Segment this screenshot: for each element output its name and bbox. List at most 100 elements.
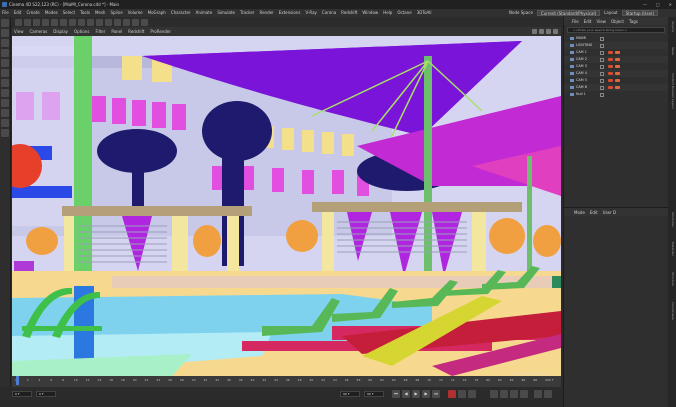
- menu-modes[interactable]: Modes: [45, 9, 58, 17]
- object-menu-view[interactable]: View: [596, 19, 606, 24]
- model-mode-icon[interactable]: [1, 19, 9, 27]
- move-tool-icon[interactable]: [33, 18, 40, 26]
- current-frame-field[interactable]: 0 F: [12, 391, 32, 397]
- go-to-start-icon[interactable]: ⏮: [392, 390, 400, 398]
- pen-icon[interactable]: [87, 18, 94, 26]
- viewport-menu-filter[interactable]: Filter: [95, 27, 105, 36]
- side-tab-structure[interactable]: Structure: [669, 272, 675, 286]
- visibility-toggle[interactable]: [600, 71, 604, 76]
- side-tab-takes[interactable]: Takes: [669, 47, 675, 55]
- undo-icon[interactable]: [15, 18, 22, 26]
- light-icon[interactable]: [141, 18, 148, 26]
- preview-end-frame-field[interactable]: 90 F: [364, 391, 384, 397]
- object-row[interactable]: CAM 2: [564, 56, 668, 63]
- object-row[interactable]: CAM 1: [564, 49, 668, 56]
- position-key-icon[interactable]: [490, 390, 498, 398]
- edges-mode-icon[interactable]: [1, 49, 9, 57]
- viewport-menu-redshift[interactable]: Redshift: [128, 27, 144, 36]
- object-row[interactable]: CAM 6: [564, 84, 668, 91]
- solo-icon[interactable]: [1, 109, 9, 117]
- viewport-menu-display[interactable]: Display: [53, 27, 68, 36]
- object-search-input[interactable]: <<Enter your search string here>>: [567, 27, 665, 33]
- visibility-toggle[interactable]: [600, 85, 604, 90]
- menu-corona[interactable]: Corona: [322, 9, 336, 17]
- visibility-toggle[interactable]: [600, 36, 604, 41]
- camera-tag-icon[interactable]: [608, 79, 613, 82]
- visibility-toggle[interactable]: [600, 78, 604, 83]
- object-row[interactable]: MIAMI: [564, 35, 668, 42]
- camera-tag-icon[interactable]: [608, 58, 613, 61]
- viewport-menu-options[interactable]: Options: [74, 27, 89, 36]
- floor-icon[interactable]: [123, 18, 130, 26]
- corona-tag-icon[interactable]: [615, 65, 620, 68]
- viewport-menu-prorender[interactable]: ProRender: [150, 27, 171, 36]
- keyframe-selection-icon[interactable]: [468, 390, 476, 398]
- menu-file[interactable]: File: [2, 9, 9, 17]
- camera-tag-icon[interactable]: [608, 86, 613, 89]
- rotate-tool-icon[interactable]: [51, 18, 58, 26]
- visibility-toggle[interactable]: [600, 43, 604, 48]
- menu-animate[interactable]: Animate: [196, 9, 213, 17]
- timeline-ruler[interactable]: 0246810121416182022242628303234363840424…: [15, 378, 555, 385]
- menu-create[interactable]: Create: [26, 9, 39, 17]
- points-mode-icon[interactable]: [1, 39, 9, 47]
- attribute-menu-user-d[interactable]: User D: [603, 210, 616, 215]
- cube-icon[interactable]: [78, 18, 85, 26]
- object-menu-tags[interactable]: Tags: [629, 19, 638, 24]
- side-tab-coordinates[interactable]: Coordinates: [669, 302, 675, 320]
- visibility-toggle[interactable]: [600, 64, 604, 69]
- toggle-views-icon[interactable]: [553, 29, 558, 34]
- start-frame-field[interactable]: 0 F: [36, 391, 56, 397]
- parameter-key-icon[interactable]: [520, 390, 528, 398]
- corona-tag-icon[interactable]: [615, 72, 620, 75]
- record-icon[interactable]: [448, 390, 456, 398]
- object-menu-object[interactable]: Object: [611, 19, 624, 24]
- corona-tag-icon[interactable]: [615, 58, 620, 61]
- menu-octane[interactable]: Octane: [397, 9, 411, 17]
- node-space-dropdown[interactable]: Current (Standard/Physical): [536, 10, 601, 16]
- cloner-icon[interactable]: [105, 18, 112, 26]
- camera-tag-icon[interactable]: [608, 72, 613, 75]
- menu-tools[interactable]: Tools: [80, 9, 90, 17]
- viewport-menu-cameras[interactable]: Cameras: [30, 27, 48, 36]
- object-row[interactable]: CAM 4: [564, 70, 668, 77]
- corona-icon[interactable]: [1, 119, 9, 127]
- next-key-icon[interactable]: ▶: [422, 390, 430, 398]
- camera-tag-icon[interactable]: [608, 51, 613, 54]
- visibility-toggle[interactable]: [600, 92, 604, 97]
- redo-icon[interactable]: [24, 18, 31, 26]
- menu-extensions[interactable]: Extensions: [279, 9, 301, 17]
- pan-icon[interactable]: [532, 29, 537, 34]
- play-icon[interactable]: ▶: [412, 390, 420, 398]
- menu-mograph[interactable]: MoGraph: [148, 9, 166, 17]
- menu-3dtoall[interactable]: 3DToAll: [417, 9, 432, 17]
- side-tab-layers[interactable]: Layers: [669, 99, 675, 109]
- camera-icon[interactable]: [132, 18, 139, 26]
- go-to-end-icon[interactable]: ⏭: [432, 390, 440, 398]
- menu-spline[interactable]: Spline: [110, 9, 122, 17]
- corona-tag-icon[interactable]: [615, 86, 620, 89]
- render-settings-icon[interactable]: [69, 18, 76, 26]
- subdivision-icon[interactable]: [96, 18, 103, 26]
- close-button[interactable]: ✕: [669, 0, 672, 9]
- object-row[interactable]: Null 1: [564, 91, 668, 98]
- object-row[interactable]: CAM 5: [564, 77, 668, 84]
- timeline-playhead[interactable]: [16, 376, 19, 385]
- axis-mode-icon[interactable]: [1, 69, 9, 77]
- scale-tool-icon[interactable]: [42, 18, 49, 26]
- orbit-icon[interactable]: [546, 29, 551, 34]
- scale-key-icon[interactable]: [500, 390, 508, 398]
- workplane-icon[interactable]: [1, 89, 9, 97]
- side-tab-content-browser[interactable]: Content Browser: [669, 73, 675, 98]
- menu-volume[interactable]: Volume: [128, 9, 143, 17]
- previous-key-icon[interactable]: ◀: [402, 390, 410, 398]
- render-view-icon[interactable]: [60, 18, 67, 26]
- object-menu-file[interactable]: File: [572, 19, 579, 24]
- object-row[interactable]: LIGHTING: [564, 42, 668, 49]
- snap-icon[interactable]: [1, 79, 9, 87]
- visibility-toggle[interactable]: [600, 57, 604, 62]
- corona-tag-icon[interactable]: [615, 51, 620, 54]
- side-tab-attributes[interactable]: Attributes: [669, 212, 675, 227]
- motion-clip-icon[interactable]: [544, 390, 552, 398]
- minimize-button[interactable]: —: [643, 0, 647, 9]
